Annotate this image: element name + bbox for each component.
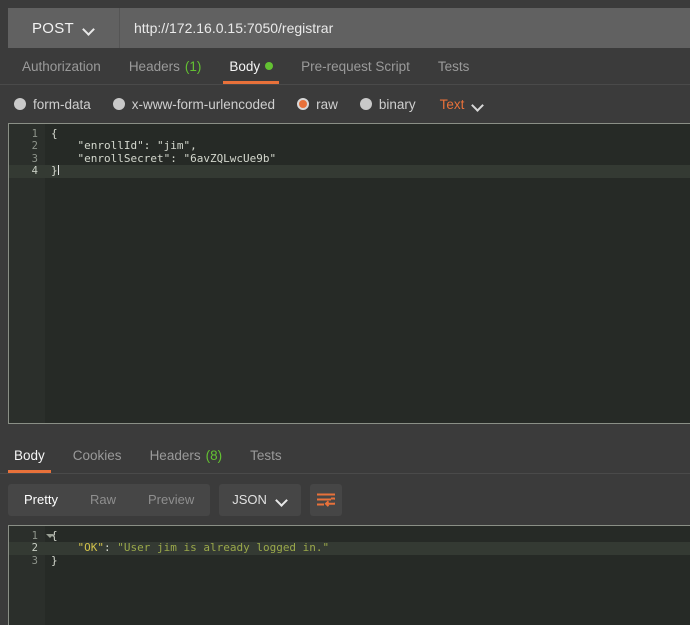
line-number: 1 xyxy=(31,128,38,140)
tab-tests-label: Tests xyxy=(437,58,470,74)
radio-selected-icon xyxy=(297,98,310,110)
tab-pre-request-script[interactable]: Pre-request Script xyxy=(287,48,424,84)
body-type-binary[interactable]: binary xyxy=(359,96,416,112)
http-method-selector[interactable]: POST xyxy=(8,8,120,48)
url-bar-container: POST http://172.16.0.15:7050/registrar xyxy=(0,0,690,48)
response-tab-body[interactable]: Body xyxy=(0,437,59,473)
body-type-raw[interactable]: raw xyxy=(297,97,338,112)
tab-authorization-label: Authorization xyxy=(22,58,101,74)
request-tab-bar: Authorization Headers (1) Body Pre-reque… xyxy=(0,48,690,85)
body-type-form-data-label: form-data xyxy=(33,96,91,112)
response-tab-headers-label: Headers xyxy=(149,447,201,463)
code-line[interactable]: "OK": "User jim is already logged in." xyxy=(45,541,690,555)
response-tab-cookies[interactable]: Cookies xyxy=(59,437,136,473)
view-mode-pretty[interactable]: Pretty xyxy=(8,484,74,516)
postman-window: POST http://172.16.0.15:7050/registrar A… xyxy=(0,0,690,625)
response-tab-headers[interactable]: Headers (8) xyxy=(136,437,237,473)
response-editor-gutter: 123 xyxy=(9,526,54,625)
view-mode-preview[interactable]: Preview xyxy=(132,484,210,516)
tab-tests[interactable]: Tests xyxy=(424,48,484,84)
view-mode-raw-label: Raw xyxy=(89,492,116,507)
json-token-plain: } xyxy=(51,553,58,567)
body-present-dot-icon xyxy=(265,62,274,70)
view-mode-pretty-label: Pretty xyxy=(24,492,58,507)
chevron-down-icon xyxy=(473,101,484,108)
http-method-label: POST xyxy=(31,19,75,37)
body-type-form-data[interactable]: form-data xyxy=(14,97,91,112)
raw-format-selector[interactable]: Text xyxy=(440,97,485,112)
response-editor-code[interactable]: { "OK": "User jim is already logged in."… xyxy=(45,526,690,625)
url-input[interactable]: http://172.16.0.15:7050/registrar xyxy=(120,8,690,48)
json-token-plain: { xyxy=(51,529,58,542)
line-number: 2 xyxy=(31,140,38,153)
response-format-label: JSON xyxy=(232,492,267,507)
response-tab-headers-count: (8) xyxy=(205,447,223,463)
tab-headers-label: Headers xyxy=(128,58,180,74)
response-tab-cookies-label: Cookies xyxy=(72,447,122,463)
word-wrap-icon xyxy=(316,493,335,507)
body-type-urlencoded-label: x-www-form-urlencoded xyxy=(131,96,276,112)
response-format-selector[interactable]: JSON xyxy=(219,483,301,516)
url-bar: POST http://172.16.0.15:7050/registrar xyxy=(8,8,690,48)
tab-body[interactable]: Body xyxy=(215,48,287,84)
body-type-row: form-data x-www-form-urlencoded raw bina… xyxy=(0,85,690,123)
radio-icon xyxy=(359,98,372,110)
view-mode-preview-label: Preview xyxy=(147,492,195,507)
line-number: 3 xyxy=(31,554,38,567)
json-token-str: "User jim is already logged in." xyxy=(117,541,330,555)
response-view-mode-group: Pretty Raw Preview xyxy=(8,483,211,516)
code-line[interactable]: "enrollSecret": "6avZQLwcUe9b" xyxy=(45,152,690,165)
line-number: 3 xyxy=(31,152,38,165)
line-number: 1 xyxy=(9,530,54,542)
tab-headers-count: (1) xyxy=(184,58,202,74)
line-number: 4 xyxy=(9,165,45,178)
chevron-down-icon xyxy=(84,25,95,32)
tab-pre-request-script-label: Pre-request Script xyxy=(301,58,410,74)
body-type-binary-label: binary xyxy=(378,96,416,112)
response-tab-tests-label: Tests xyxy=(250,447,282,463)
json-token-plain xyxy=(51,541,78,554)
code-line[interactable]: } xyxy=(45,164,690,178)
body-type-urlencoded[interactable]: x-www-form-urlencoded xyxy=(112,96,276,112)
tab-authorization[interactable]: Authorization xyxy=(8,48,115,84)
chevron-down-icon xyxy=(277,496,288,503)
code-line[interactable]: "enrollId": "jim", xyxy=(45,139,690,152)
text-cursor xyxy=(57,165,59,176)
body-type-raw-label: raw xyxy=(316,96,338,112)
panel-splitter[interactable] xyxy=(0,424,690,437)
response-tab-bar: Body Cookies Headers (8) Tests xyxy=(0,437,690,474)
response-tab-body-label: Body xyxy=(14,447,45,463)
response-toolbar: Pretty Raw Preview JSON xyxy=(0,474,690,525)
radio-icon xyxy=(14,98,26,110)
request-editor-gutter: 1234 xyxy=(9,124,45,423)
tab-headers[interactable]: Headers (1) xyxy=(115,48,216,84)
response-body-editor[interactable]: 123 { "OK": "User jim is already logged … xyxy=(8,525,690,625)
json-token-key: "OK" xyxy=(77,541,105,555)
word-wrap-toggle[interactable] xyxy=(309,483,342,516)
view-mode-raw[interactable]: Raw xyxy=(74,484,132,516)
code-line[interactable]: } xyxy=(45,553,690,567)
tab-body-label: Body xyxy=(229,58,261,74)
radio-icon xyxy=(112,98,125,110)
request-editor-code[interactable]: { "enrollId": "jim", "enrollSecret": "6a… xyxy=(45,124,690,423)
json-token-plain: : xyxy=(104,541,118,555)
response-tab-tests[interactable]: Tests xyxy=(236,437,296,473)
raw-format-label: Text xyxy=(439,96,465,112)
request-body-editor[interactable]: 1234 { "enrollId": "jim", "enrollSecret"… xyxy=(8,123,690,424)
line-number: 2 xyxy=(9,542,45,555)
